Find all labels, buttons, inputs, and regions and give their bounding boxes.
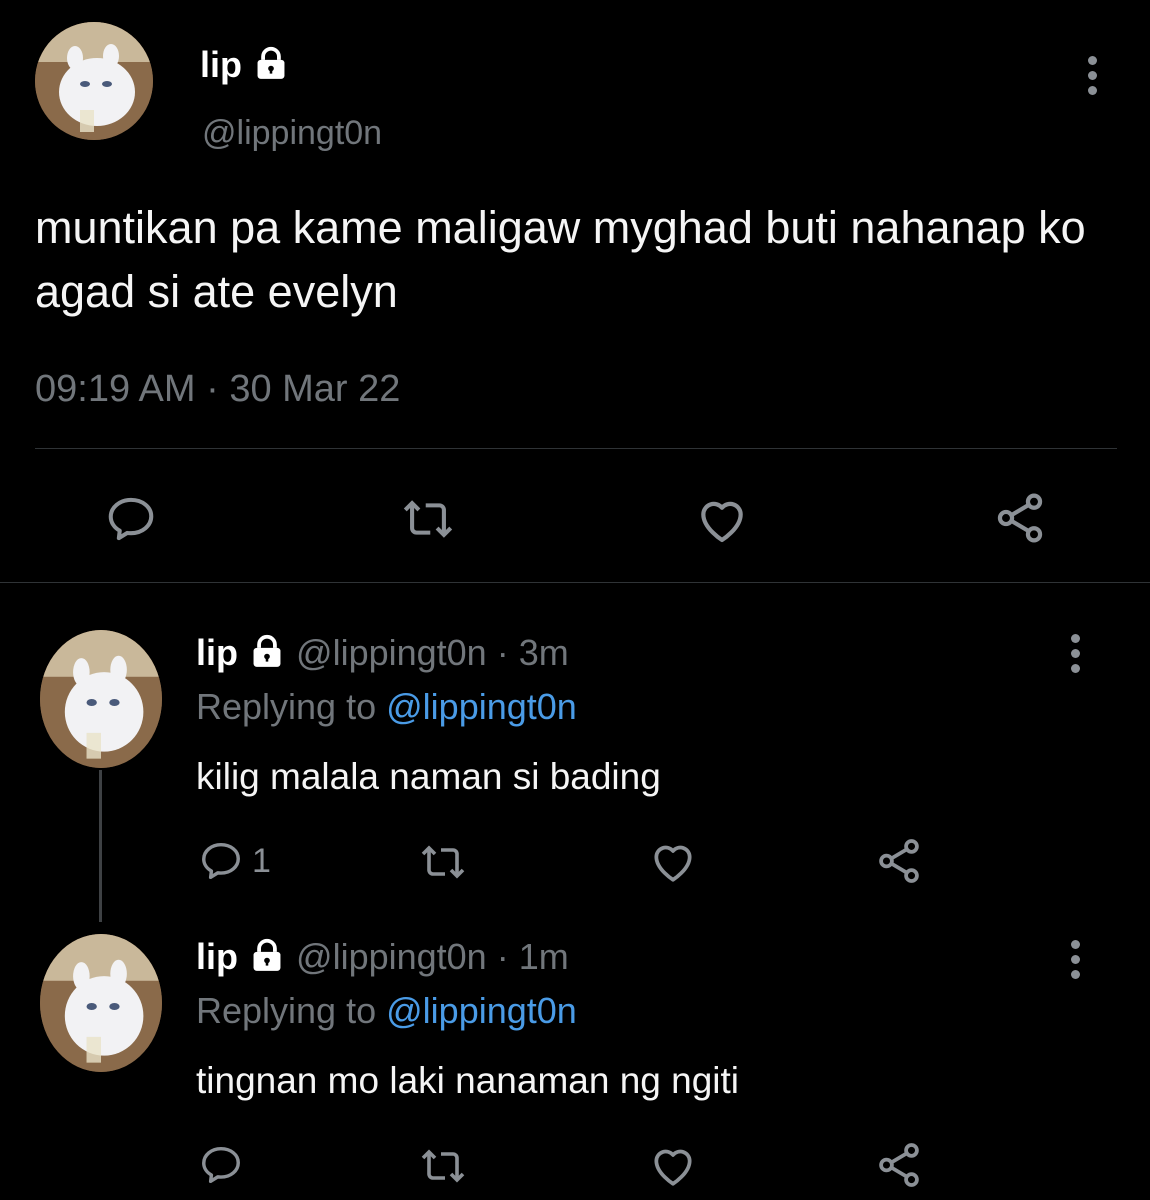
share-icon[interactable] — [992, 490, 1048, 546]
reply-text: tingnan mo laki nanaman ng ngiti — [196, 1060, 740, 1101]
thread-line — [99, 770, 102, 922]
avatar[interactable] — [40, 934, 162, 1072]
tweet-text: muntikan pa kame maligaw myghad buti nah… — [35, 202, 1086, 317]
avatar[interactable] — [40, 630, 162, 768]
replying-to: Replying to @lippingt0n — [196, 686, 577, 727]
more-options-icon[interactable] — [1068, 634, 1082, 679]
like-icon[interactable] — [648, 1142, 698, 1188]
reply-header: lip @lippingt0n · 3m — [196, 632, 569, 679]
handle[interactable]: @lippingt0n — [296, 936, 487, 977]
replying-to-link[interactable]: @lippingt0n — [386, 686, 577, 727]
reply-count: 1 — [252, 842, 271, 880]
lock-icon — [248, 936, 286, 983]
display-name[interactable]: lip — [196, 936, 238, 977]
replying-to: Replying to @lippingt0n — [196, 990, 577, 1031]
replying-to-link[interactable]: @lippingt0n — [386, 990, 577, 1031]
more-options-icon[interactable] — [1068, 940, 1082, 985]
reply-time: · 1m — [496, 936, 569, 978]
handle[interactable]: @lippingt0n — [296, 632, 487, 673]
share-icon[interactable] — [874, 836, 924, 886]
display-name[interactable]: lip — [196, 632, 238, 673]
tweet-timestamp: 09:19 AM · 30 Mar 22 — [35, 368, 401, 410]
share-icon[interactable] — [874, 1140, 924, 1190]
handle[interactable]: @lippingt0n — [202, 114, 382, 153]
like-icon[interactable] — [694, 492, 750, 546]
display-name[interactable]: lip — [200, 44, 290, 91]
reply-icon[interactable] — [198, 1142, 244, 1188]
avatar[interactable] — [35, 22, 153, 140]
reply-header: lip @lippingt0n · 1m — [196, 936, 569, 983]
like-icon[interactable] — [648, 838, 698, 884]
reply-time: · 3m — [496, 632, 569, 674]
reply-icon[interactable] — [198, 838, 244, 884]
divider — [35, 448, 1117, 449]
retweet-icon[interactable] — [400, 494, 456, 544]
retweet-icon[interactable] — [418, 1144, 468, 1188]
more-options-icon[interactable] — [1085, 56, 1099, 101]
reply-text: kilig malala naman si bading — [196, 756, 661, 797]
reply-icon[interactable] — [104, 492, 158, 546]
divider — [0, 582, 1150, 583]
lock-icon — [248, 632, 286, 679]
retweet-icon[interactable] — [418, 840, 468, 884]
lock-icon — [252, 44, 290, 91]
